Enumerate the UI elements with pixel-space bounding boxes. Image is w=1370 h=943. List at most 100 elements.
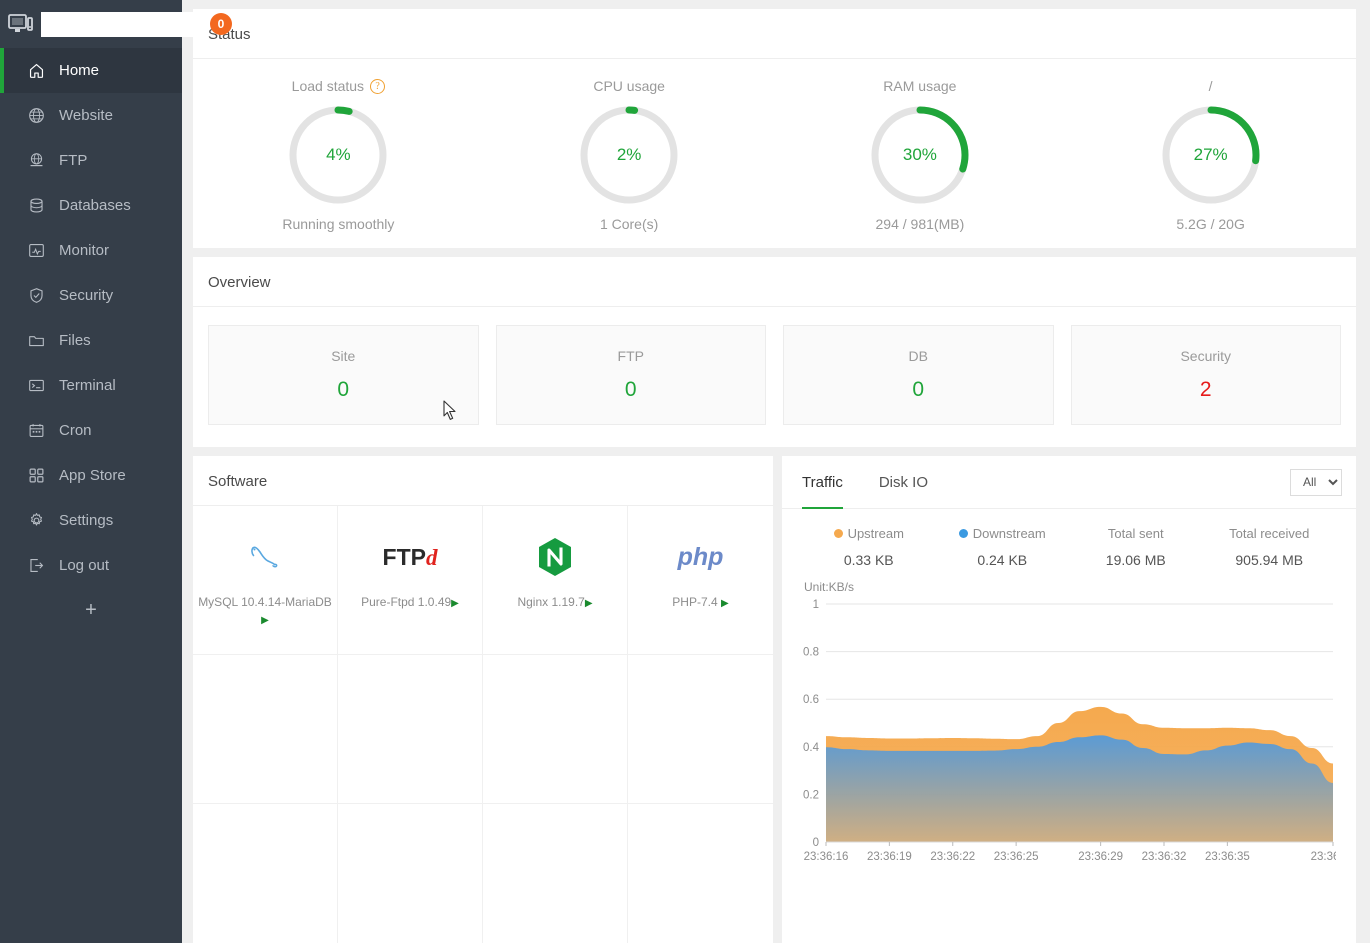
traffic-stat-value: 905.94 MB xyxy=(1235,552,1304,568)
bottom-row: Software MySQL 10.4.14-MariaDB ▶ FTPd Pu… xyxy=(193,456,1356,943)
gauge-label-wrap: Load status ? xyxy=(291,77,386,95)
gauge-label: RAM usage xyxy=(883,78,957,94)
svg-text:23:36:29: 23:36:29 xyxy=(1078,851,1123,863)
gauge-label: Load status xyxy=(291,78,365,94)
overview-card-site[interactable]: Site 0 xyxy=(208,325,479,425)
sidebar-item-home[interactable]: Home xyxy=(0,48,182,93)
software-cell-empty xyxy=(483,804,628,943)
status-gauges: Load status ? 4% Running smoothly CPU us… xyxy=(193,59,1356,248)
overview-card-db[interactable]: DB 0 xyxy=(783,325,1054,425)
svg-text:0: 0 xyxy=(813,837,819,849)
software-panel: Software MySQL 10.4.14-MariaDB ▶ FTPd Pu… xyxy=(193,456,773,943)
sidebar-item-settings[interactable]: Settings xyxy=(0,498,182,543)
sidebar-item-label: FTP xyxy=(59,152,88,169)
sidebar-item-cron[interactable]: Cron xyxy=(0,408,182,453)
software-name[interactable]: Nginx 1.19.7▶ xyxy=(514,594,595,612)
overview-card-count: 2 xyxy=(1199,378,1212,401)
sidebar-notification-badge[interactable]: 0 xyxy=(210,13,232,35)
grid-icon xyxy=(27,467,45,485)
help-icon[interactable]: ? xyxy=(370,78,386,94)
ftp-icon xyxy=(27,152,45,170)
traffic-stat-label: Downstream xyxy=(958,526,1046,541)
sidebar-item-label: Files xyxy=(59,332,91,349)
sidebar-item-label: Security xyxy=(59,287,114,304)
software-cell-empty xyxy=(628,655,773,804)
sidebar-item-files[interactable]: Files xyxy=(0,318,182,363)
software-cell-empty xyxy=(193,804,338,943)
sidebar-item-security[interactable]: Security xyxy=(0,273,182,318)
tab-traffic[interactable]: Traffic xyxy=(802,456,843,509)
sidebar-search-input[interactable] xyxy=(41,11,206,37)
svg-text:23:36:32: 23:36:32 xyxy=(1142,851,1187,863)
gear-icon xyxy=(27,512,45,530)
sidebar-item-label: Settings xyxy=(59,512,114,529)
sidebar-item-monitor[interactable]: Monitor xyxy=(0,228,182,273)
shield-icon xyxy=(27,287,45,305)
software-name[interactable]: MySQL 10.4.14-MariaDB ▶ xyxy=(193,594,337,629)
traffic-stat-label: Upstream xyxy=(833,526,904,541)
php-icon: php xyxy=(677,542,724,571)
software-cell-pureftpd[interactable]: FTPd Pure-Ftpd 1.0.49▶ xyxy=(338,506,483,655)
mysql-dolphin-icon xyxy=(243,534,287,580)
gauge-label-wrap: CPU usage xyxy=(593,77,665,95)
software-name[interactable]: Pure-Ftpd 1.0.49▶ xyxy=(358,594,462,612)
svg-text:23:36:25: 23:36:25 xyxy=(994,851,1039,863)
gauge-label-wrap: / xyxy=(1209,77,1213,95)
traffic-stat-total-received: Total received 905.94 MB xyxy=(1203,526,1337,568)
traffic-stat-upstream: Upstream 0.33 KB xyxy=(802,526,936,568)
svg-text:23:36:16: 23:36:16 xyxy=(804,851,849,863)
sidebar-item-databases[interactable]: Databases xyxy=(0,183,182,228)
tab-disk-io[interactable]: Disk IO xyxy=(879,456,928,509)
traffic-stat-label: Total sent xyxy=(1107,526,1164,541)
monitor-chart-icon xyxy=(27,242,45,260)
sidebar-item-log-out[interactable]: Log out xyxy=(0,543,182,588)
sidebar-item-terminal[interactable]: Terminal xyxy=(0,363,182,408)
pureftpd-icon: FTPd xyxy=(382,543,438,570)
gauge-label-wrap: RAM usage xyxy=(883,77,956,95)
status-panel-title: Status xyxy=(193,9,1356,59)
sidebar-item-label: Home xyxy=(59,62,100,79)
software-panel-title: Software xyxy=(193,456,773,506)
sidebar-item-app-store[interactable]: App Store xyxy=(0,453,182,498)
software-cell-empty xyxy=(338,655,483,804)
gauge-ring: 30% xyxy=(868,103,972,207)
downstream-legend-dot xyxy=(958,529,968,538)
software-cell-nginx[interactable]: Nginx 1.19.7▶ xyxy=(483,506,628,655)
sidebar-item-label: Monitor xyxy=(59,242,110,259)
overview-card-label: Site xyxy=(331,348,356,364)
svg-text:1: 1 xyxy=(813,599,819,611)
traffic-filter-select[interactable]: All xyxy=(1290,468,1342,496)
sidebar-item-label: App Store xyxy=(59,467,126,484)
traffic-chart-wrap: Unit:KB/s 0 0.2 0.4 0.6 0.8 1 23:36:16 23:36:19… xyxy=(782,574,1356,873)
sidebar-header: 0 xyxy=(0,0,232,48)
overview-card-security[interactable]: Security 2 xyxy=(1070,325,1341,425)
gauge-value: 2% xyxy=(616,145,642,164)
gauge-subtitle: 5.2G / 20G xyxy=(1176,216,1245,232)
traffic-area-chart[interactable]: 0 0.2 0.4 0.6 0.8 1 23:36:16 23:36:19 23:36:22 23… xyxy=(796,596,1355,868)
sidebar-item-label: Databases xyxy=(59,197,131,214)
running-play-icon: ▶ xyxy=(261,615,269,626)
sidebar-nav: Home Website FTP Databases Monitor Secur… xyxy=(0,48,182,588)
sidebar-item-label: Website xyxy=(59,107,113,124)
gauge-value: 4% xyxy=(326,145,351,164)
traffic-stat-total-sent: Total sent 19.06 MB xyxy=(1069,526,1203,568)
svg-text:23:36:22: 23:36:22 xyxy=(930,851,975,863)
running-play-icon: ▶ xyxy=(451,598,459,609)
gauge-load-status: Load status ? 4% Running smoothly xyxy=(193,77,484,232)
main-content: Status Load status ? 4% Running smoothly… xyxy=(182,0,1370,943)
sidebar-item-website[interactable]: Website xyxy=(0,93,182,138)
software-name[interactable]: PHP-7.4 ▶ xyxy=(669,594,731,612)
sidebar-item-label: Terminal xyxy=(59,377,116,394)
traffic-stat-label: Total received xyxy=(1229,526,1310,541)
svg-text:23:36:40: 23:36:40 xyxy=(1311,851,1336,863)
gauge-subtitle: 1 Core(s) xyxy=(599,216,659,232)
overview-card-ftp[interactable]: FTP 0 xyxy=(495,325,766,425)
svg-text:0.8: 0.8 xyxy=(803,647,819,659)
software-cell-mysql[interactable]: MySQL 10.4.14-MariaDB ▶ xyxy=(193,506,338,655)
sidebar-item-label: Cron xyxy=(59,422,92,439)
sidebar-add-button[interactable]: + xyxy=(0,588,182,632)
overview-card-label: DB xyxy=(908,348,928,364)
software-cell-php[interactable]: php PHP-7.4 ▶ xyxy=(628,506,773,655)
sidebar-item-ftp[interactable]: FTP xyxy=(0,138,182,183)
monitor-icon xyxy=(8,14,34,34)
